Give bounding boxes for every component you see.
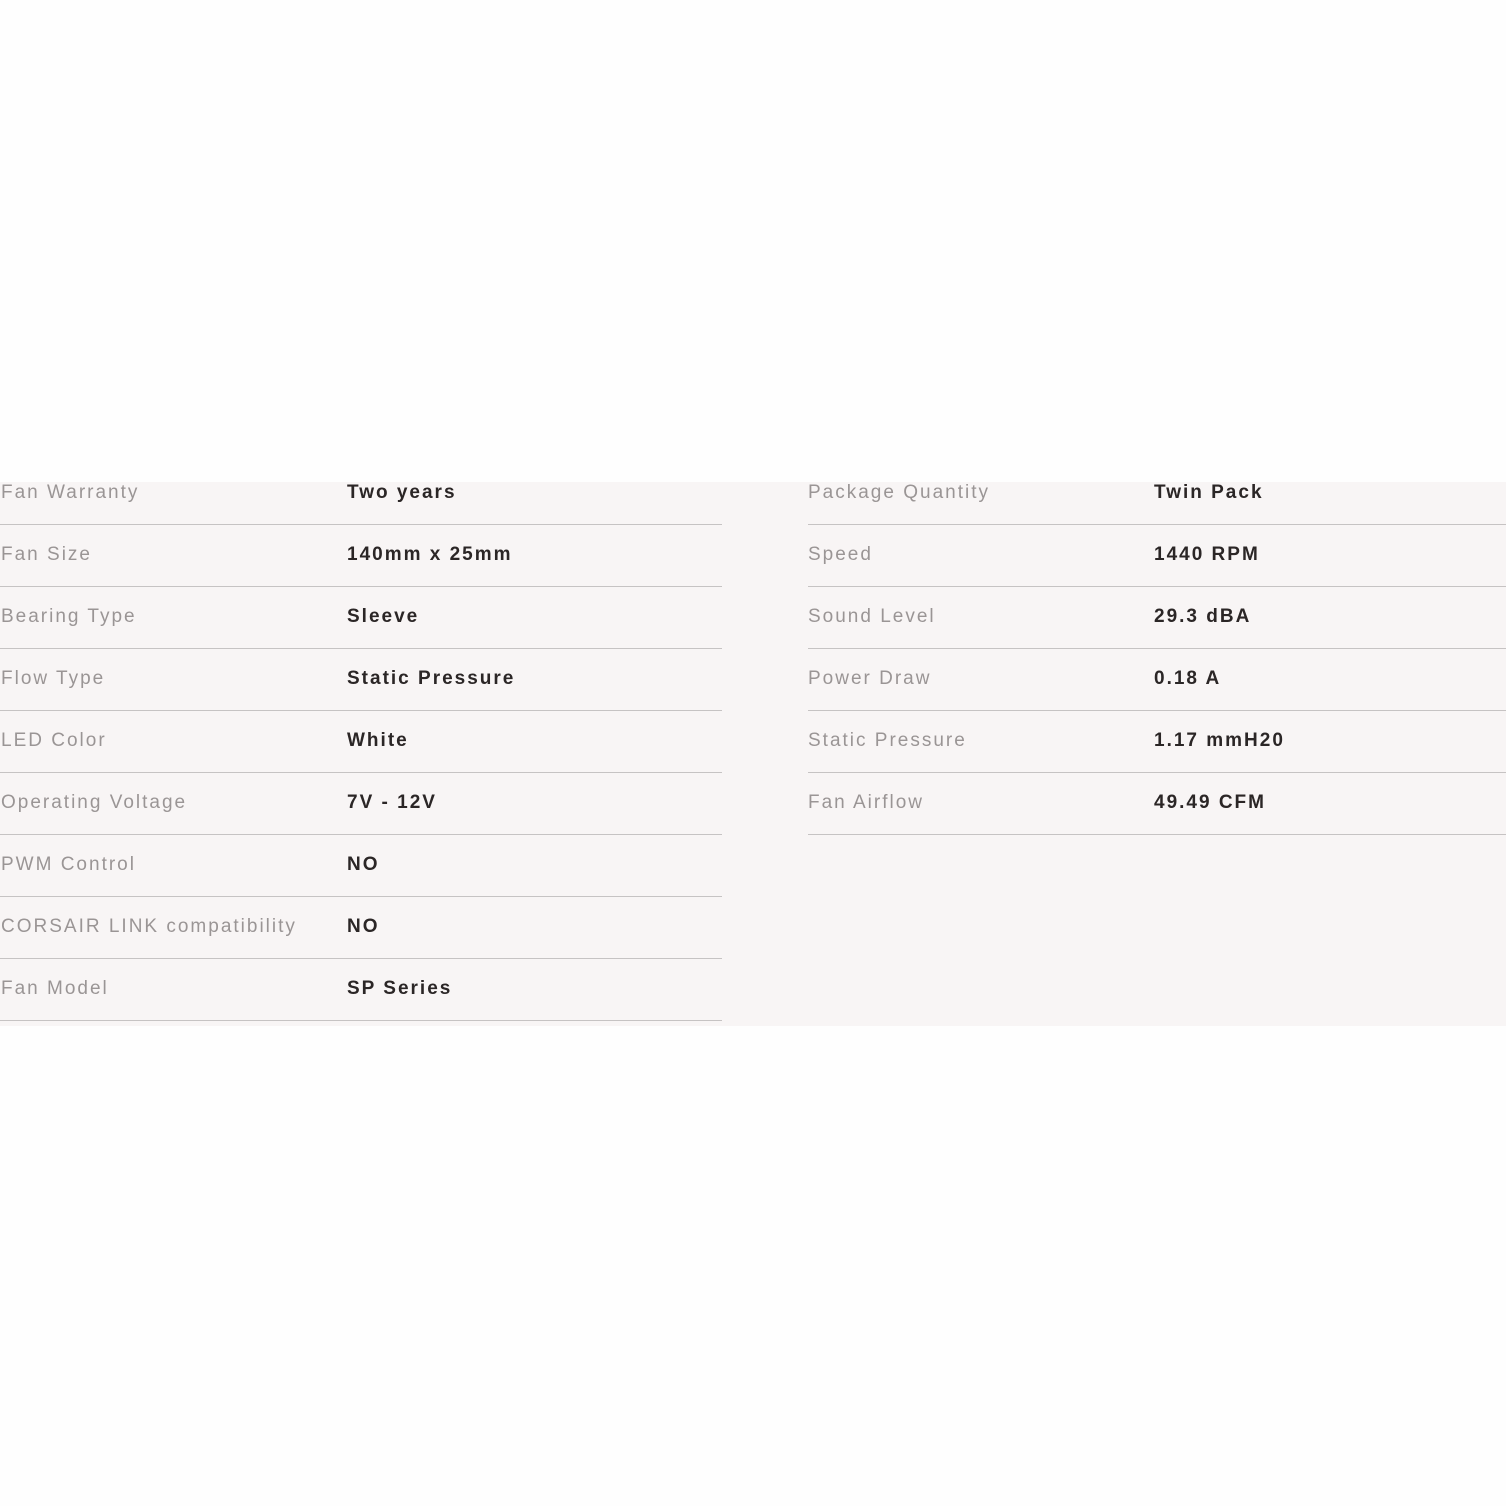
spec-row-flow-type: Flow Type Static Pressure — [0, 649, 722, 711]
spec-row-fan-model: Fan Model SP Series — [0, 959, 722, 1021]
spec-row-corsair-link: CORSAIR LINK compatibility NO — [0, 897, 722, 959]
spec-value: NO — [347, 916, 380, 937]
spec-row-operating-voltage: Operating Voltage 7V - 12V — [0, 773, 722, 835]
spec-row-power-draw: Power Draw 0.18 A — [808, 649, 1506, 711]
spec-row-led-color: LED Color White — [0, 711, 722, 773]
spec-label: Fan Size — [1, 544, 92, 565]
spec-label: Speed — [808, 544, 873, 565]
specifications-panel: Fan Warranty Two years Fan Size 140mm x … — [0, 482, 1506, 1026]
spec-value: 140mm x 25mm — [347, 544, 513, 565]
spec-value: Static Pressure — [347, 668, 516, 689]
spec-value: 49.49 CFM — [1154, 792, 1266, 813]
spec-value: 1440 RPM — [1154, 544, 1260, 565]
spec-row-package-quantity: Package Quantity Twin Pack — [808, 482, 1506, 525]
page: Fan Warranty Two years Fan Size 140mm x … — [0, 0, 1506, 1506]
spec-value: NO — [347, 854, 380, 875]
spec-value: White — [347, 730, 409, 751]
spec-label: Fan Warranty — [1, 482, 140, 503]
spec-row-speed: Speed 1440 RPM — [808, 525, 1506, 587]
spec-row-fan-size: Fan Size 140mm x 25mm — [0, 525, 722, 587]
spec-row-fan-airflow: Fan Airflow 49.49 CFM — [808, 773, 1506, 835]
spec-value: Two years — [347, 482, 457, 503]
spec-value: 0.18 A — [1154, 668, 1222, 689]
spec-label: Static Pressure — [808, 730, 967, 751]
spec-row-bearing-type: Bearing Type Sleeve — [0, 587, 722, 649]
spec-label: Sound Level — [808, 606, 936, 627]
spec-value: 29.3 dBA — [1154, 606, 1252, 627]
spec-row-static-pressure: Static Pressure 1.17 mmH20 — [808, 711, 1506, 773]
spec-value: Sleeve — [347, 606, 420, 627]
spec-value: 7V - 12V — [347, 792, 437, 813]
spec-label: Fan Airflow — [808, 792, 924, 813]
spec-row-pwm-control: PWM Control NO — [0, 835, 722, 897]
spec-row-fan-warranty: Fan Warranty Two years — [0, 482, 722, 525]
spec-column-left: Fan Warranty Two years Fan Size 140mm x … — [0, 482, 722, 1021]
spec-label: Flow Type — [1, 668, 106, 689]
spec-label: Bearing Type — [1, 606, 137, 627]
spec-label: CORSAIR LINK compatibility — [1, 916, 297, 937]
spec-value: 1.17 mmH20 — [1154, 730, 1285, 751]
spec-column-right: Package Quantity Twin Pack Speed 1440 RP… — [808, 482, 1506, 835]
spec-label: LED Color — [1, 730, 107, 751]
spec-label: Operating Voltage — [1, 792, 188, 813]
spec-row-sound-level: Sound Level 29.3 dBA — [808, 587, 1506, 649]
spec-value: SP Series — [347, 978, 453, 999]
spec-value: Twin Pack — [1154, 482, 1264, 503]
spec-label: Package Quantity — [808, 482, 990, 503]
spec-label: Fan Model — [1, 978, 109, 999]
spec-label: Power Draw — [808, 668, 932, 689]
spec-label: PWM Control — [1, 854, 136, 875]
